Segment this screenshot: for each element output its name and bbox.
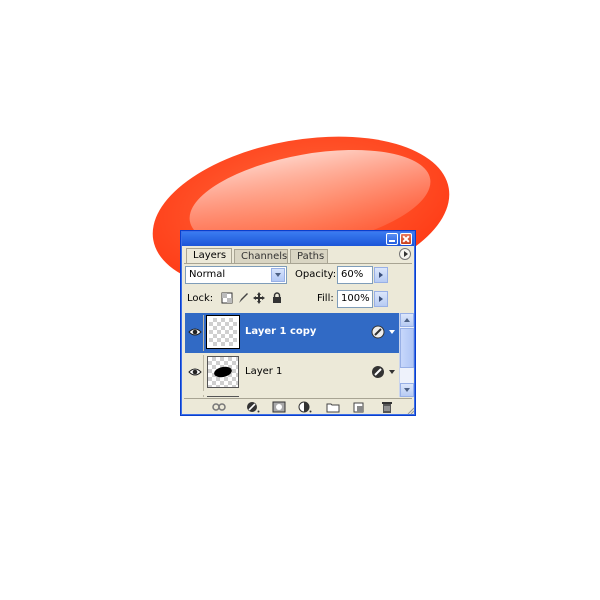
lock-transparent-icon[interactable]: [221, 292, 233, 304]
visibility-toggle[interactable]: [187, 395, 204, 397]
tab-channels[interactable]: Channels: [234, 249, 288, 263]
lock-all-icon[interactable]: [271, 292, 283, 304]
thumbnail-shape-icon: [214, 366, 232, 378]
new-group-icon[interactable]: [326, 401, 340, 413]
layers-list: Layer 1 copy Layer 1: [185, 313, 399, 397]
scroll-down-button[interactable]: [400, 383, 414, 397]
close-button[interactable]: [400, 233, 412, 245]
expand-effects-icon[interactable]: [389, 330, 395, 334]
tab-layers[interactable]: Layers: [186, 248, 232, 263]
layer-thumbnail: [206, 315, 240, 349]
lock-label: Lock:: [187, 293, 214, 304]
layer-name: Layer 1: [245, 366, 283, 377]
fill-field[interactable]: 100%: [337, 290, 373, 308]
eye-icon: [188, 368, 202, 376]
layer-row-layer-1[interactable]: Layer 1: [185, 353, 399, 393]
layers-scrollbar[interactable]: [399, 313, 414, 397]
eye-icon: [188, 328, 202, 336]
minimize-button[interactable]: [386, 233, 398, 245]
chevron-down-icon[interactable]: [271, 268, 285, 282]
scroll-thumb[interactable]: [400, 328, 414, 368]
lock-image-icon[interactable]: [237, 292, 249, 304]
blend-mode-select[interactable]: Normal: [185, 266, 287, 284]
layers-palette: Layers Channels Paths Normal Opacity: 60…: [180, 230, 416, 416]
trash-icon[interactable]: [380, 401, 394, 413]
tab-paths[interactable]: Paths: [290, 249, 328, 263]
resize-grip-icon[interactable]: [405, 405, 415, 415]
blend-mode-value: Normal: [189, 269, 226, 280]
palette-titlebar[interactable]: [182, 232, 414, 246]
layer-style-fx-icon[interactable]: [371, 325, 385, 339]
opacity-slider-button[interactable]: [374, 267, 388, 283]
scroll-up-button[interactable]: [400, 313, 414, 327]
layer-style-icon[interactable]: [246, 401, 260, 413]
lock-position-icon[interactable]: [253, 292, 265, 304]
adjustment-layer-icon[interactable]: [298, 401, 312, 413]
expand-effects-icon[interactable]: [389, 370, 395, 374]
layer-thumbnail: [207, 396, 239, 397]
visibility-toggle[interactable]: [187, 315, 204, 351]
layer-thumbnail: [207, 356, 239, 388]
link-layers-icon[interactable]: [212, 401, 226, 413]
layer-name: Layer 1 copy: [245, 326, 317, 337]
layer-mask-icon[interactable]: [272, 401, 286, 413]
opacity-label: Opacity:: [295, 269, 337, 280]
new-layer-icon[interactable]: [352, 401, 366, 413]
layer-style-fx-icon[interactable]: [371, 365, 385, 379]
opacity-field[interactable]: 60%: [337, 266, 373, 284]
layer-row-partial[interactable]: [185, 393, 399, 397]
fill-slider-button[interactable]: [374, 291, 388, 307]
palette-tabs: Layers Channels Paths: [184, 247, 412, 264]
palette-menu-button[interactable]: [399, 248, 411, 260]
visibility-toggle[interactable]: [187, 355, 204, 391]
fill-label: Fill:: [317, 293, 334, 304]
palette-footer: [184, 398, 412, 415]
layer-row-layer-1-copy[interactable]: Layer 1 copy: [185, 313, 399, 353]
